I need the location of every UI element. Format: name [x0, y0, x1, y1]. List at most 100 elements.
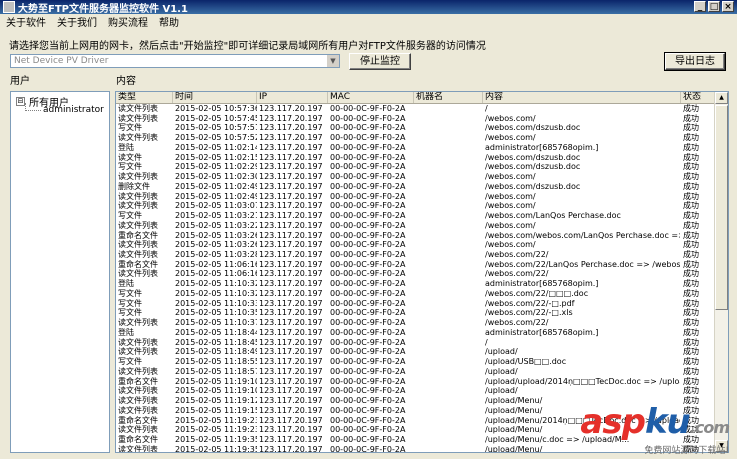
cell-type: 读文件列表	[118, 240, 158, 250]
cell-content: /webos.com/	[485, 172, 536, 182]
collapse-icon[interactable]: ⊟	[16, 97, 25, 106]
cell-status: 成功	[683, 327, 699, 337]
column-header-machine[interactable]: 机器名	[414, 92, 483, 103]
cell-mac: 00-00-0C-9F-F0-2A	[330, 142, 406, 152]
table-row[interactable]: 读文件列表 2015-02-05 11:02:49 123.117.20.197 00…	[116, 192, 716, 202]
table-row[interactable]: 读文件列表 2015-02-05 11:18:49 123.117.20.197 00…	[116, 347, 716, 357]
table-row[interactable]: 读文件 2015-02-05 11:02:15 123.117.20.197 00-0…	[116, 153, 716, 163]
export-log-button[interactable]: 导出日志	[664, 52, 726, 71]
table-row[interactable]: 读文件列表 2015-02-05 10:57:36 123.117.20.197 00…	[116, 104, 716, 114]
cell-time: 2015-02-05 11:02:14	[175, 142, 257, 152]
table-row[interactable]: 读文件列表 2015-02-05 11:02:30 123.117.20.197 00…	[116, 172, 716, 182]
scroll-up-icon[interactable]: ▲	[715, 92, 728, 104]
cell-ip: 123.117.20.197	[259, 201, 323, 211]
cell-mac: 00-00-0C-9F-F0-2A	[330, 327, 406, 337]
column-header-status[interactable]: 状态	[681, 92, 716, 103]
cell-type: 写文件	[118, 288, 142, 298]
cell-mac: 00-00-0C-9F-F0-2A	[330, 211, 406, 221]
column-header-type[interactable]: 类型	[116, 92, 173, 103]
menu-about-us[interactable]: 关于我们	[57, 14, 97, 29]
cell-ip: 123.117.20.197	[259, 240, 323, 250]
cell-type: 读文件列表	[118, 337, 158, 347]
cell-time: 2015-02-05 11:19:10	[175, 376, 257, 386]
tree-item-administrator[interactable]: administrator	[43, 105, 104, 115]
cell-ip: 123.117.20.197	[259, 405, 323, 415]
cell-mac: 00-00-0C-9F-F0-2A	[330, 347, 406, 357]
table-row[interactable]: 删除文件 2015-02-05 11:02:49 123.117.20.197 00-…	[116, 182, 716, 192]
chevron-down-icon[interactable]: ▼	[327, 55, 339, 67]
table-row[interactable]: 写文件 2015-02-05 10:57:51 123.117.20.197 00-0…	[116, 123, 716, 133]
cell-status: 成功	[683, 269, 699, 279]
cell-content: /webos.com/	[485, 113, 536, 123]
table-row[interactable]: 读文件列表 2015-02-05 11:03:22 123.117.20.197 00…	[116, 221, 716, 231]
column-header-mac[interactable]: MAC	[328, 92, 414, 103]
cell-type: 写文件	[118, 123, 142, 133]
tree-line	[25, 110, 41, 111]
table-row[interactable]: 写文件 2015-02-05 11:10:33 123.117.20.197 00-0…	[116, 299, 716, 309]
table-row[interactable]: 登陆 2015-02-05 11:18:44 123.117.20.197 00-00…	[116, 328, 716, 338]
cell-mac: 00-00-0C-9F-F0-2A	[330, 172, 406, 182]
cell-ip: 123.117.20.197	[259, 181, 323, 191]
table-row[interactable]: 读文件列表 2015-02-05 11:03:07 123.117.20.197 00…	[116, 201, 716, 211]
cell-mac: 00-00-0C-9F-F0-2A	[330, 444, 406, 453]
cell-ip: 123.117.20.197	[259, 376, 323, 386]
table-row[interactable]: 写文件 2015-02-05 11:02:29 123.117.20.197 00-0…	[116, 162, 716, 172]
vertical-scrollbar[interactable]: ▲ ▼	[714, 92, 728, 452]
cell-mac: 00-00-0C-9F-F0-2A	[330, 396, 406, 406]
menu-help[interactable]: 帮助	[159, 14, 179, 29]
cell-content: /webos.com/22/-□.xls	[485, 308, 573, 318]
table-row[interactable]: 读文件列表 2015-02-05 10:57:45 123.117.20.197 00…	[116, 114, 716, 124]
close-button[interactable]: ×	[722, 1, 734, 12]
cell-mac: 00-00-0C-9F-F0-2A	[330, 376, 406, 386]
window-title: 大势至FTP文件服务器监控软件 V1.1	[18, 3, 188, 15]
table-row[interactable]: 登陆 2015-02-05 11:10:32 123.117.20.197 00-00…	[116, 279, 716, 289]
cell-mac: 00-00-0C-9F-F0-2A	[330, 259, 406, 269]
cell-content: /webos.com/22/□□□.doc	[485, 288, 589, 298]
cell-ip: 123.117.20.197	[259, 230, 323, 240]
cell-time: 2015-02-05 10:57:45	[175, 113, 257, 123]
table-row[interactable]: 读文件列表 2015-02-05 11:06:16 123.117.20.197 00…	[116, 269, 716, 279]
user-tree[interactable]: ⊟ 所有用户 administrator	[10, 91, 110, 453]
table-row[interactable]: 写文件 2015-02-05 11:03:21 123.117.20.197 00-0…	[116, 211, 716, 221]
column-header-ip[interactable]: IP	[257, 92, 328, 103]
cell-mac: 00-00-0C-9F-F0-2A	[330, 337, 406, 347]
minimize-button[interactable]: _	[694, 1, 706, 12]
cell-content: /webos.com/22/	[485, 269, 549, 279]
cell-ip: 123.117.20.197	[259, 172, 323, 182]
table-row[interactable]: 读文件列表 2015-02-05 11:10:37 123.117.20.197 00…	[116, 318, 716, 328]
menu-about-software[interactable]: 关于软件	[6, 14, 46, 29]
table-row[interactable]: 写文件 2015-02-05 11:10:32 123.117.20.197 00-0…	[116, 289, 716, 299]
cell-ip: 123.117.20.197	[259, 162, 323, 172]
table-row[interactable]: 读文件列表 2015-02-05 10:57:52 123.117.20.197 00…	[116, 133, 716, 143]
table-row[interactable]: 读文件列表 2015-02-05 11:03:26 123.117.20.197 00…	[116, 240, 716, 250]
menu-purchase[interactable]: 购买流程	[108, 14, 148, 29]
table-row[interactable]: 登陆 2015-02-05 11:02:14 123.117.20.197 00-00…	[116, 143, 716, 153]
table-row[interactable]: 读文件列表 2015-02-05 11:18:57 123.117.20.197 00…	[116, 367, 716, 377]
cell-mac: 00-00-0C-9F-F0-2A	[330, 434, 406, 444]
cell-type: 读文件列表	[118, 104, 158, 113]
table-row[interactable]: 写文件 2015-02-05 11:18:55 123.117.20.197 00-0…	[116, 357, 716, 367]
stop-monitor-button[interactable]: 停止监控	[349, 53, 411, 70]
cell-type: 删除文件	[118, 181, 150, 191]
cell-mac: 00-00-0C-9F-F0-2A	[330, 230, 406, 240]
table-row[interactable]: 重命名文件 2015-02-05 11:06:16 123.117.20.197 00…	[116, 260, 716, 270]
table-row[interactable]: 读文件列表 2015-02-05 11:03:28 123.117.20.197 00…	[116, 250, 716, 260]
table-row[interactable]: 重命名文件 2015-02-05 11:03:26 123.117.20.197 00…	[116, 231, 716, 241]
column-header-time[interactable]: 时间	[173, 92, 257, 103]
maximize-button[interactable]: □	[708, 1, 720, 12]
network-card-select[interactable]: Net Device PV Driver ▼	[10, 54, 340, 68]
content-label: 内容	[116, 76, 136, 87]
cell-status: 成功	[683, 162, 699, 172]
cell-type: 重命名文件	[118, 230, 158, 240]
cell-ip: 123.117.20.197	[259, 415, 323, 425]
cell-type: 读文件列表	[118, 347, 158, 357]
cell-content: /webos.com/22/-□.pdf	[485, 298, 575, 308]
table-row[interactable]: 写文件 2015-02-05 11:10:35 123.117.20.197 00-0…	[116, 308, 716, 318]
table-row[interactable]: 读文件列表 2015-02-05 11:19:10 123.117.20.197 00…	[116, 386, 716, 396]
column-header-content[interactable]: 内容	[483, 92, 681, 103]
scroll-thumb[interactable]	[715, 105, 728, 310]
cell-status: 成功	[683, 104, 699, 113]
log-table[interactable]: 类型 时间 IP MAC 机器名 内容 状态 读文件列表 2015-02-05 1…	[115, 91, 729, 453]
table-row[interactable]: 重命名文件 2015-02-05 11:19:10 123.117.20.197 00…	[116, 377, 716, 387]
table-row[interactable]: 读文件列表 2015-02-05 11:18:45 123.117.20.197 00…	[116, 338, 716, 348]
